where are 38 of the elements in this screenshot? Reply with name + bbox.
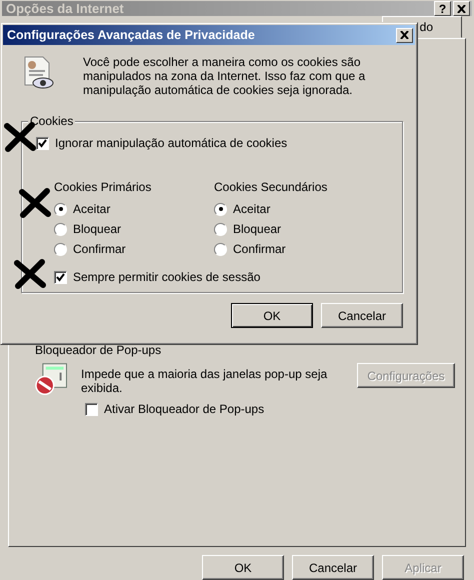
radio-button[interactable]	[214, 242, 227, 256]
radio-button[interactable]	[54, 242, 67, 256]
group-title: Cookies	[28, 114, 76, 128]
checkbox-label: Ativar Bloqueador de Pop-ups	[104, 402, 264, 416]
column-title: Cookies Secundários	[214, 180, 328, 194]
radio-button[interactable]	[54, 202, 67, 216]
checkbox[interactable]	[36, 136, 49, 150]
radio-button[interactable]	[54, 222, 67, 236]
close-icon	[457, 4, 466, 12]
window-title: Opções da Internet	[6, 1, 124, 16]
radio-label: Bloquear	[233, 222, 282, 236]
intro-text: Você pode escolher a maneira como os cookies são manipulados na zona da Internet. Isso faz com que a manipulação automática de cookies seja ignorada.	[83, 55, 366, 99]
radio-label: Bloquear	[73, 222, 122, 236]
radio-label: Aceitar	[73, 202, 110, 216]
cross-mark-icon	[19, 188, 51, 218]
checkbox-label: Ignorar manipulação automática de cookies	[55, 136, 288, 150]
help-button[interactable]: ?	[434, 1, 451, 16]
close-icon	[400, 31, 409, 39]
radio-label: Aceitar	[233, 202, 270, 216]
dialog-button[interactable]: OK	[231, 303, 313, 328]
dialog-button[interactable]: OK	[202, 555, 284, 580]
checkbox-label: Sempre permitir cookies de sessão	[73, 270, 260, 284]
dialog-title: Configurações Avançadas de Privacidade	[7, 28, 255, 42]
radio-label: Confirmar	[233, 242, 286, 256]
group-title: Bloqueador de Pop-ups	[35, 343, 162, 357]
radio-button[interactable]	[214, 202, 227, 216]
checkbox[interactable]	[54, 270, 67, 284]
dialog-button[interactable]: Cancelar	[321, 303, 403, 328]
dialog-button[interactable]: Cancelar	[292, 555, 374, 580]
description-text: Impede que a maioria das janelas pop-up seja exibida.	[81, 367, 328, 395]
close-button[interactable]	[453, 1, 470, 16]
blocked-window-icon	[35, 363, 67, 396]
checkbox[interactable]	[85, 402, 98, 416]
column-title: Cookies Primários	[54, 180, 152, 194]
close-button[interactable]	[396, 28, 413, 42]
radio-button[interactable]	[214, 222, 227, 236]
radio-label: Confirmar	[73, 242, 126, 256]
cross-mark-icon	[14, 259, 46, 289]
